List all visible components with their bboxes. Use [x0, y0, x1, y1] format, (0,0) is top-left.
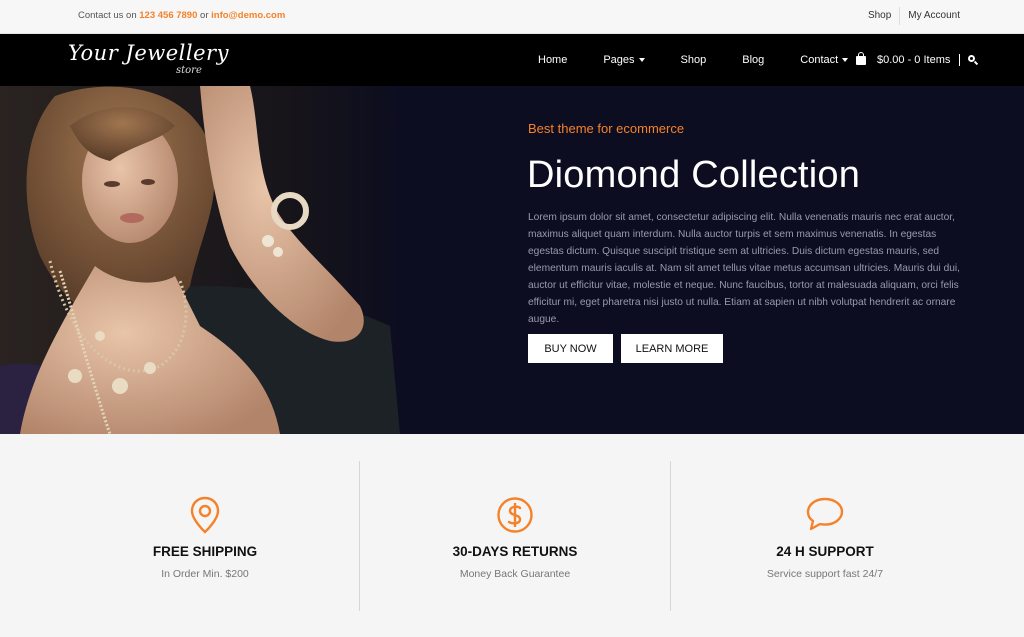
nav-item-pages[interactable]: Pages: [603, 54, 645, 66]
hero-tagline: Best theme for ecommerce: [528, 121, 685, 136]
caret-down-icon: [842, 58, 849, 63]
shopping-bag-icon[interactable]: [856, 51, 866, 65]
cart-total[interactable]: $0.00 - 0 Items: [877, 54, 950, 66]
nav-item-label: Shop: [680, 54, 707, 66]
top-bar: Contact us on 123 456 7890 or info@demo.…: [0, 0, 1024, 34]
hero-model-image: [0, 86, 400, 434]
speech-bubble-icon: [805, 496, 845, 537]
hero-banner: Best theme for ecommerce Diomond Collect…: [0, 86, 1024, 434]
cart-divider: [959, 54, 961, 66]
search-icon[interactable]: [968, 55, 978, 65]
feature-subtitle: Money Back Guarantee: [459, 568, 571, 580]
buy-now-button[interactable]: BUY NOW: [528, 334, 613, 363]
nav-item-label: Pages: [603, 54, 635, 66]
phone-link[interactable]: 123 456 7890: [139, 10, 197, 21]
main-menu: Home Pages Shop Blog Contact: [538, 34, 884, 86]
dollar-circle-icon: [496, 496, 534, 539]
feature-support: 24 H SUPPORT Service support fast 24/7: [670, 434, 980, 637]
hero-description: Lorem ipsum dolor sit amet, consectetur …: [528, 212, 960, 325]
feature-title: FREE SHIPPING: [152, 544, 258, 559]
nav-item-home[interactable]: Home: [538, 54, 567, 66]
nav-item-blog[interactable]: Blog: [742, 54, 764, 66]
feature-free-shipping: FREE SHIPPING In Order Min. $200: [50, 434, 360, 637]
cart-summary: $0.00 - 0 Items: [856, 34, 978, 86]
map-pin-icon: [190, 496, 220, 539]
feature-subtitle: Service support fast 24/7: [766, 568, 884, 580]
top-links: Shop My Account: [860, 6, 968, 25]
learn-more-button[interactable]: LEARN MORE: [621, 334, 723, 363]
top-link-shop[interactable]: Shop: [860, 6, 899, 25]
hero-title: Diomond Collection: [527, 154, 861, 196]
feature-returns: 30-DAYS RETURNS Money Back Guarantee: [360, 434, 670, 637]
nav-item-shop[interactable]: Shop: [681, 54, 707, 66]
contact-or: or: [200, 10, 209, 21]
caret-down-icon: [638, 58, 645, 63]
contact-info: Contact us on 123 456 7890 or info@demo.…: [78, 10, 285, 21]
features-section: FREE SHIPPING In Order Min. $200 30-DAYS…: [0, 434, 1024, 637]
contact-prefix: Contact us on: [78, 10, 137, 21]
nav-item-label: Home: [538, 54, 568, 66]
logo-subtext: store: [176, 65, 202, 76]
feature-title: 30-DAYS RETURNS: [452, 544, 578, 559]
feature-subtitle: In Order Min. $200: [161, 568, 249, 580]
email-link[interactable]: info@demo.com: [211, 10, 285, 21]
site-logo[interactable]: Your Jewellery store: [68, 41, 229, 76]
nav-item-contact[interactable]: Contact: [800, 54, 849, 66]
nav-item-label: Contact: [800, 54, 839, 66]
logo-text: Your Jewellery: [68, 41, 229, 65]
top-link-my-account[interactable]: My Account: [900, 6, 968, 25]
nav-item-label: Blog: [742, 54, 765, 66]
feature-title: 24 H SUPPORT: [776, 544, 874, 559]
main-navbar: Your Jewellery store Home Pages Shop Blo…: [0, 34, 1024, 86]
